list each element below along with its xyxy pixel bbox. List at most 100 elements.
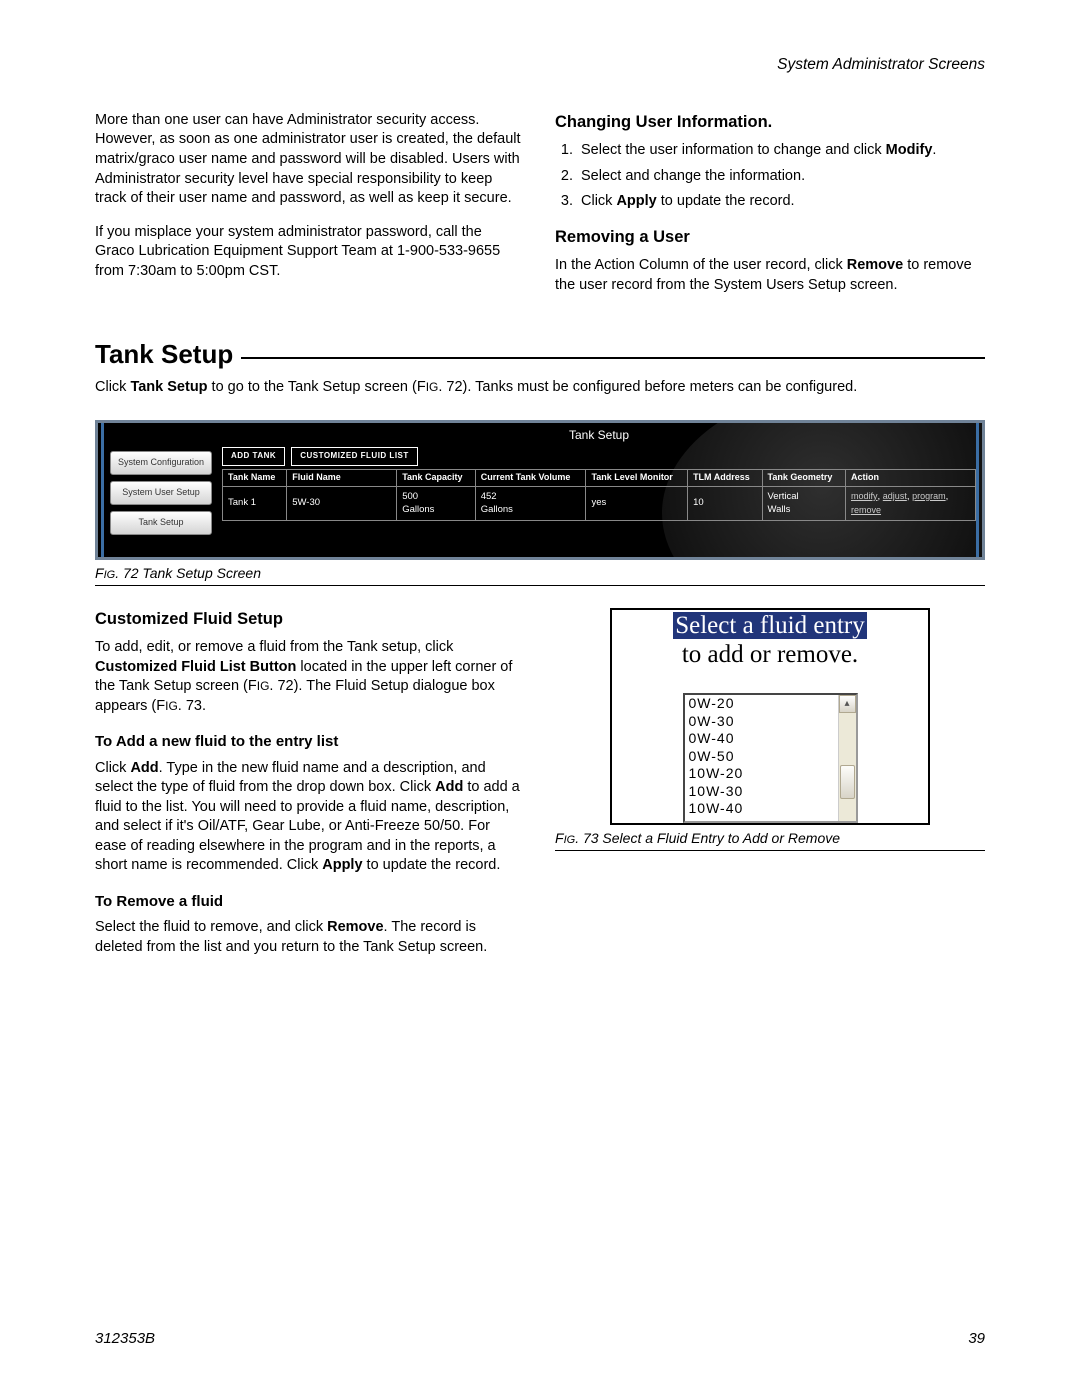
cell-fluid-name: 5W-30 bbox=[287, 486, 397, 521]
fig72-main: Tank Setup ADD TANK CUSTOMIZED FLUID LIS… bbox=[216, 423, 982, 557]
fig72-sidebar: System Configuration System User Setup T… bbox=[106, 423, 216, 557]
changing-step-2: Select and change the information. bbox=[577, 167, 985, 187]
fig72-table: Tank Name Fluid Name Tank Capacity Curre… bbox=[222, 469, 976, 522]
scrollbar[interactable]: ▴ bbox=[838, 695, 856, 821]
list-item[interactable]: 0W-30 bbox=[689, 713, 834, 731]
remove-label-2: Remove bbox=[327, 919, 383, 935]
changing-step-3: Click Apply to update the record. bbox=[577, 192, 985, 212]
add-fluid-p: Click Add. Type in the new fluid name an… bbox=[95, 759, 525, 876]
add-label-2: Add bbox=[435, 779, 463, 795]
bottom-left-col: Customized Fluid Setup To add, edit, or … bbox=[95, 608, 525, 972]
scroll-up-icon[interactable]: ▴ bbox=[839, 695, 856, 713]
list-item[interactable]: 0W-40 bbox=[689, 730, 834, 748]
changing-title: Changing User Information. bbox=[555, 111, 985, 133]
remove-label: Remove bbox=[847, 257, 903, 273]
changing-steps: Select the user information to change an… bbox=[555, 141, 985, 212]
fluid-list: 0W-20 0W-30 0W-40 0W-50 10W-20 10W-30 10… bbox=[685, 695, 838, 821]
th-tank-geometry: Tank Geometry bbox=[762, 469, 846, 486]
text: Select the user information to change an… bbox=[581, 142, 886, 158]
nav-tank-setup[interactable]: Tank Setup bbox=[110, 511, 212, 535]
nav-system-config[interactable]: System Configuration bbox=[110, 451, 212, 475]
doc-number: 312353B bbox=[95, 1329, 155, 1349]
bottom-right-col: Select a fluid entry to add or remove. 0… bbox=[555, 608, 985, 972]
cell-tank-name: Tank 1 bbox=[223, 486, 287, 521]
th-fluid-name: Fluid Name bbox=[287, 469, 397, 486]
page-header: System Administrator Screens bbox=[95, 55, 985, 76]
text: . 72). Tanks must be configured before m… bbox=[438, 379, 857, 395]
cust-fluid-list-btn-label: Customized Fluid List Button bbox=[95, 659, 296, 675]
action-adjust[interactable]: adjust bbox=[883, 491, 907, 501]
tank-setup-heading: Tank Setup bbox=[95, 337, 985, 372]
top-left-col: More than one user can have Administrato… bbox=[95, 111, 525, 309]
heading-rule bbox=[241, 357, 985, 359]
bottom-columns: Customized Fluid Setup To add, edit, or … bbox=[95, 608, 985, 972]
list-item[interactable]: 10W-40 bbox=[689, 800, 834, 818]
th-tank-name: Tank Name bbox=[223, 469, 287, 486]
intro-p1: More than one user can have Administrato… bbox=[95, 111, 525, 209]
tank-setup-p: Click Tank Setup to go to the Tank Setup… bbox=[95, 378, 985, 398]
fig72-caption: FIG. 72 Tank Setup Screen bbox=[95, 564, 985, 586]
list-item[interactable]: 10W-30 bbox=[689, 783, 834, 801]
top-right-col: Changing User Information. Select the us… bbox=[555, 111, 985, 309]
th-tank-level-monitor: Tank Level Monitor bbox=[586, 469, 688, 486]
page-footer: 312353B 39 bbox=[95, 1329, 985, 1349]
text: Click bbox=[95, 379, 130, 395]
text: to update the record. bbox=[657, 193, 795, 209]
add-label: Add bbox=[130, 760, 158, 776]
th-tank-capacity: Tank Capacity bbox=[397, 469, 476, 486]
th-action: Action bbox=[846, 469, 976, 486]
add-fluid-title: To Add a new fluid to the entry list bbox=[95, 732, 525, 752]
th-current-volume: Current Tank Volume bbox=[475, 469, 586, 486]
cell-level-monitor: yes bbox=[586, 486, 688, 521]
changing-step-1: Select the user information to change an… bbox=[577, 141, 985, 161]
nav-system-user-setup[interactable]: System User Setup bbox=[110, 481, 212, 505]
fig73-title: Select a fluid entry to add or remove. bbox=[622, 612, 918, 694]
top-columns: More than one user can have Administrato… bbox=[95, 111, 985, 309]
fluid-listbox[interactable]: 0W-20 0W-30 0W-40 0W-50 10W-20 10W-30 10… bbox=[683, 693, 858, 823]
list-item[interactable]: 0W-50 bbox=[689, 748, 834, 766]
scroll-thumb[interactable] bbox=[840, 765, 855, 799]
cell-tlm-address: 10 bbox=[688, 486, 762, 521]
action-modify[interactable]: modify bbox=[851, 491, 878, 501]
tank-setup-bold: Tank Setup bbox=[130, 379, 207, 395]
list-item[interactable]: 0W-20 bbox=[689, 695, 834, 713]
list-item[interactable]: 10W-20 bbox=[689, 765, 834, 783]
custom-p1: To add, edit, or remove a fluid from the… bbox=[95, 638, 525, 716]
table-row: Tank 1 5W-30 500Gallons 452Gallons yes 1… bbox=[223, 486, 976, 521]
fig73-title-l1: Select a fluid entry bbox=[673, 612, 867, 639]
fig73-list-wrap: 0W-20 0W-30 0W-40 0W-50 10W-20 10W-30 10… bbox=[622, 693, 918, 823]
text: Click bbox=[581, 193, 616, 209]
fig73-caption: FIG. 73 Select a Fluid Entry to Add or R… bbox=[555, 829, 985, 851]
removing-p: In the Action Column of the user record,… bbox=[555, 256, 985, 295]
table-header-row: Tank Name Fluid Name Tank Capacity Curre… bbox=[223, 469, 976, 486]
text: to go to the Tank Setup screen (F bbox=[208, 379, 426, 395]
remove-fluid-title: To Remove a fluid bbox=[95, 892, 525, 912]
cell-geometry: VerticalWalls bbox=[762, 486, 846, 521]
add-tank-button[interactable]: ADD TANK bbox=[222, 447, 285, 466]
cell-actions: modify, adjust, program,remove bbox=[846, 486, 976, 521]
text: IG bbox=[426, 380, 439, 394]
custom-title: Customized Fluid Setup bbox=[95, 608, 525, 630]
fig72-container: System Configuration System User Setup T… bbox=[95, 420, 985, 586]
tank-setup-title: Tank Setup bbox=[95, 337, 233, 372]
apply-label-2: Apply bbox=[322, 857, 362, 873]
action-program[interactable]: program bbox=[912, 491, 946, 501]
text: . bbox=[932, 142, 936, 158]
fig72-screenshot: System Configuration System User Setup T… bbox=[95, 420, 985, 560]
fig73-title-l2: to add or remove. bbox=[682, 641, 858, 668]
remove-fluid-p: Select the fluid to remove, and click Re… bbox=[95, 918, 525, 957]
cell-capacity: 500Gallons bbox=[397, 486, 476, 521]
scroll-track[interactable] bbox=[839, 713, 856, 821]
cell-current-volume: 452Gallons bbox=[475, 486, 586, 521]
text: In the Action Column of the user record,… bbox=[555, 257, 847, 273]
fig73-dialog: Select a fluid entry to add or remove. 0… bbox=[610, 608, 930, 826]
page-number: 39 bbox=[968, 1329, 985, 1349]
modify-label: Modify bbox=[886, 142, 933, 158]
action-remove[interactable]: remove bbox=[851, 505, 881, 515]
intro-p2: If you misplace your system administrato… bbox=[95, 223, 525, 282]
th-tlm-address: TLM Address bbox=[688, 469, 762, 486]
customized-fluid-list-button[interactable]: CUSTOMIZED FLUID LIST bbox=[291, 447, 418, 466]
fig72-title: Tank Setup bbox=[222, 427, 976, 443]
removing-title: Removing a User bbox=[555, 226, 985, 248]
fig72-topbtns: ADD TANK CUSTOMIZED FLUID LIST bbox=[222, 447, 976, 466]
